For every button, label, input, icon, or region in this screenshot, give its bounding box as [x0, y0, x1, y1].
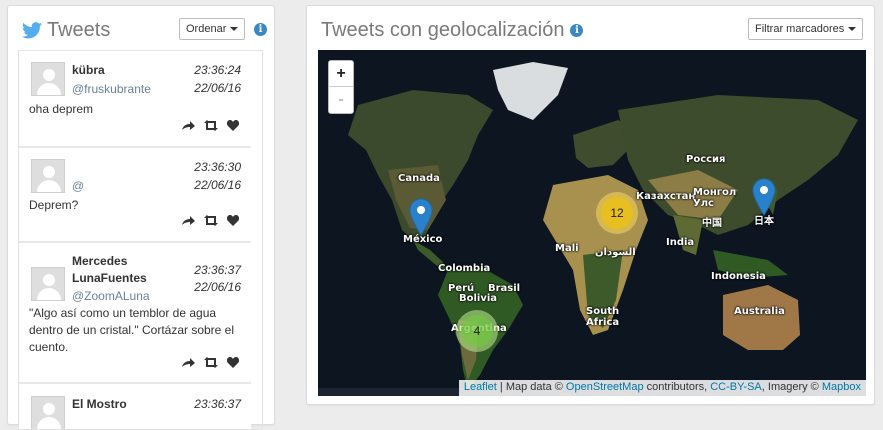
tweet-actions	[182, 120, 239, 131]
chevron-down-icon	[848, 27, 857, 31]
zoom-in-button[interactable]: +	[329, 61, 353, 87]
heart-icon[interactable]	[227, 215, 239, 226]
tweet-author-handle[interactable]: @ZoomALuna	[72, 289, 150, 303]
tweet-author-name: Mercedes LunaFuentes	[72, 254, 147, 285]
map-label-mongolia: Монгол Улс	[693, 187, 737, 209]
marker-cluster[interactable]: 4	[456, 310, 498, 352]
heart-icon[interactable]	[227, 120, 239, 131]
map-label-colombia: Colombia	[438, 263, 491, 274]
reply-icon[interactable]	[182, 215, 195, 226]
attribution-text: , Imagery ©	[761, 381, 822, 393]
zoom-out-button[interactable]: -	[329, 87, 353, 113]
map-label-mali: Mali	[555, 243, 579, 254]
tweet-date: 22/06/16	[194, 81, 241, 95]
leaflet-link[interactable]: Leaflet	[464, 381, 497, 393]
info-icon[interactable]: i	[570, 24, 584, 37]
tweet-text: "Algo así como un temblor de agua dentro…	[29, 306, 235, 354]
tweet-actions	[182, 215, 239, 226]
tweet-list: kübra @fruskubrante 23:36:24 22/06/16 oh…	[18, 50, 263, 430]
geo-panel: Tweets con geolocalización i Filtrar mar…	[306, 5, 875, 405]
reply-icon[interactable]	[182, 120, 195, 131]
filter-markers-dropdown-button[interactable]: Filtrar marcadores	[748, 18, 864, 40]
sort-dropdown-button[interactable]: Ordenar	[179, 18, 246, 40]
mapbox-link[interactable]: Mapbox	[822, 381, 861, 393]
geo-title-label: Tweets con geolocalización	[321, 19, 565, 41]
map-marker-icon[interactable]	[752, 178, 776, 216]
avatar	[31, 267, 65, 301]
twitter-bird-icon	[22, 22, 42, 39]
tweet-author-name: El Mostro	[72, 397, 127, 411]
tweet-time: 23:36:30	[194, 160, 241, 174]
tweet-time: 23:36:37	[194, 263, 241, 277]
marker-cluster-count: 12	[601, 197, 633, 229]
tweet-time: 23:36:37	[194, 397, 241, 411]
tweet-date: 22/06/16	[194, 178, 241, 192]
chevron-down-icon	[230, 27, 239, 31]
tweet-time: 23:36:24	[194, 63, 241, 77]
marker-cluster-count: 4	[461, 315, 493, 347]
tweet-list-scrollbar[interactable]	[262, 51, 263, 430]
map-label-canada: Canada	[398, 173, 440, 184]
map-label-kazakhstan: Казахстан	[636, 191, 696, 202]
tweet-item: kübra @fruskubrante 23:36:24 22/06/16 oh…	[19, 51, 251, 148]
marker-cluster[interactable]: 12	[596, 192, 638, 234]
reply-icon[interactable]	[182, 357, 195, 368]
tweets-panel: Tweets Ordenar i kübra @fruskubrante 23:…	[7, 5, 275, 430]
attribution-text: contributors,	[643, 381, 711, 393]
tweet-text: Deprem?	[29, 198, 79, 212]
tweet-actions	[182, 357, 239, 368]
tweets-panel-title: Tweets	[22, 19, 110, 42]
info-icon[interactable]: i	[254, 23, 267, 36]
tweet-item: Mercedes LunaFuentes @ZoomALuna 23:36:37…	[19, 243, 251, 384]
map-label-australia: Australia	[734, 306, 785, 317]
avatar	[31, 159, 65, 193]
tweets-title-label: Tweets	[47, 19, 111, 41]
map-marker-icon[interactable]	[409, 198, 433, 236]
filter-button-label: Filtrar marcadores	[755, 23, 845, 35]
tweet-text: oha deprem	[29, 102, 94, 116]
world-map[interactable]: + - Россия Canada Казахстан Монгол Улс 中…	[318, 50, 866, 396]
license-link[interactable]: CC-BY-SA	[710, 381, 762, 393]
sort-button-label: Ordenar	[186, 23, 227, 35]
avatar	[31, 396, 65, 429]
heart-icon[interactable]	[227, 357, 239, 368]
map-label-sudan: السودان	[595, 247, 636, 258]
map-label-india: India	[666, 237, 695, 248]
map-label-bolivia: Bolivia	[459, 293, 498, 304]
retweet-icon[interactable]	[204, 215, 218, 226]
map-label-russia: Россия	[686, 154, 726, 165]
tweet-author-handle[interactable]: @	[72, 179, 84, 193]
map-label-china: 中国	[702, 218, 722, 229]
tweet-item: @ 23:36:30 22/06/16 Deprem?	[19, 148, 251, 243]
map-label-indonesia: Indonesia	[711, 271, 766, 282]
openstreetmap-link[interactable]: OpenStreetMap	[566, 381, 644, 393]
retweet-icon[interactable]	[204, 120, 218, 131]
avatar	[31, 62, 65, 96]
geo-panel-title: Tweets con geolocalización i	[321, 19, 584, 42]
attribution-text: | Map data ©	[496, 381, 566, 393]
tweet-date: 22/06/16	[194, 280, 241, 294]
tweet-item: El Mostro 23:36:37	[19, 384, 251, 429]
tweet-author-handle[interactable]: @fruskubrante	[72, 82, 151, 96]
retweet-icon[interactable]	[204, 357, 218, 368]
map-label-south-africa: South Africa	[586, 306, 620, 328]
zoom-control: + -	[328, 60, 354, 114]
tweet-author-name: kübra	[72, 63, 105, 77]
world-map-imagery	[318, 50, 866, 396]
map-attribution: Leaflet | Map data © OpenStreetMap contr…	[458, 380, 866, 396]
